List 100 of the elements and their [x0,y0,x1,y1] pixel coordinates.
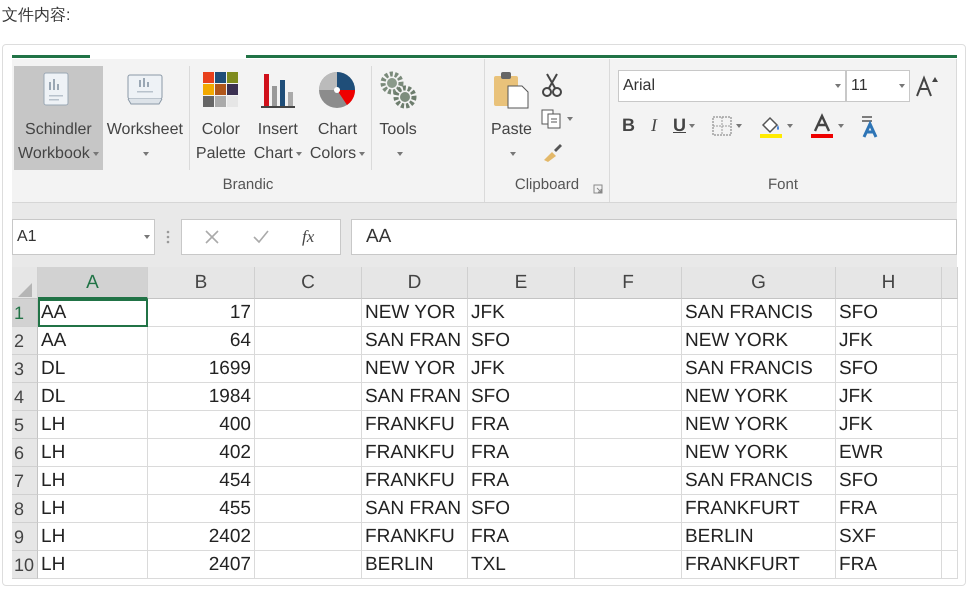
column-header[interactable]: G [682,267,836,299]
ribbon-button[interactable]: Chart Colors [306,66,370,170]
column-header[interactable]: E [468,267,575,299]
table-cell: NEW YORK [682,327,836,355]
group-title: Font [768,176,798,193]
row-header[interactable]: 6 [12,439,38,467]
table-cell: JFK [468,355,575,383]
row-header[interactable]: 8 [12,495,38,523]
ribbon-button[interactable]: Insert Chart [250,66,306,170]
table-cell: SFO [836,355,942,383]
table-cell: JFK [836,383,942,411]
row-header[interactable]: 10 [12,551,38,579]
group-title: Brandic [222,176,274,193]
empty-cell [942,383,958,411]
table-cell: NEW YORK [682,439,836,467]
table-cell: NEW YORK [682,411,836,439]
formula-field[interactable]: AA [351,219,957,255]
table-cell: 1984 [148,383,255,411]
table-cell: FRANKFU [362,411,468,439]
pie-chart-icon [317,70,358,110]
column-header[interactable]: B [148,267,255,299]
paste-icon [491,70,532,110]
font-style-button[interactable]: B [618,110,639,141]
table-cell: SAN FRAN [362,495,468,523]
table-cell: LH [38,467,148,495]
page-label: 文件内容: [1,6,72,26]
empty-cell [942,523,958,551]
column-header[interactable]: F [575,267,682,299]
ribbon-button[interactable]: Paste [487,66,536,170]
font-name-dropdown[interactable]: Arial [618,70,846,102]
row-header[interactable]: 3 [12,355,38,383]
table-cell: JFK [468,299,575,327]
table-cell: JFK [836,327,942,355]
table-cell: FRANKFURT [682,495,836,523]
insert-function-button[interactable]: fx [298,222,318,252]
table-cell: LH [38,551,148,579]
table-cell: SXF [836,523,942,551]
table-cell: LH [38,439,148,467]
empty-cell [942,439,958,467]
table-cell: AA [38,327,148,355]
row-header[interactable]: 5 [12,411,38,439]
table-cell: FRA [468,523,575,551]
empty-cell [942,467,958,495]
ribbon-button[interactable]: Worksheet [102,66,187,170]
column-header[interactable]: H [836,267,942,299]
table-cell: 64 [148,327,255,355]
table-cell: 2407 [148,551,255,579]
table-cell: AA [38,299,148,327]
table-cell: FRA [468,439,575,467]
table-cell: 2402 [148,523,255,551]
table-cell: BERLIN [682,523,836,551]
table-cell: 455 [148,495,255,523]
row-header[interactable]: 4 [12,383,38,411]
ribbon-button[interactable]: Color Palette [192,66,250,170]
table-cell: SFO [468,495,575,523]
font-size-dropdown[interactable]: 11 [846,70,910,102]
empty-cell [942,551,958,579]
table-cell: LH [38,411,148,439]
column-header[interactable]: D [362,267,468,299]
table-cell: FRANKFURT [682,551,836,579]
table-cell: SFO [836,467,942,495]
empty-cell [942,495,958,523]
name-box[interactable]: A1 [12,219,155,255]
table-cell: SFO [468,383,575,411]
table-cell: BERLIN [362,551,468,579]
font-style-button[interactable]: U [669,110,699,141]
row-header[interactable]: 7 [12,467,38,495]
table-cell: FRANKFU [362,523,468,551]
table-cell: SAN FRAN [362,327,468,355]
table-cell: FRA [836,495,942,523]
table-cell: NEW YOR [362,355,468,383]
table-cell: LH [38,523,148,551]
borders-icon [711,114,733,136]
table-cell: 454 [148,467,255,495]
table-cell: NEW YORK [682,383,836,411]
table-cell: JFK [836,411,942,439]
table-cell: FRANKFU [362,467,468,495]
table-cell: FRA [468,467,575,495]
table-cell: DL [38,383,148,411]
table-cell: SAN FRAN [362,383,468,411]
table-cell: SFO [836,299,942,327]
table-cell: SAN FRANCIS [682,355,836,383]
empty-cell [942,411,958,439]
ribbon-button[interactable]: Tools [374,66,422,170]
table-cell: TXL [468,551,575,579]
table-cell: 400 [148,411,255,439]
row-header[interactable]: 1 [12,299,38,327]
row-header[interactable]: 2 [12,327,38,355]
ribbon-button[interactable]: Schindler Workbook [14,66,103,170]
scissors-icon [540,72,564,98]
column-header[interactable]: C [255,267,362,299]
table-cell: DL [38,355,148,383]
group-title: Clipboard [514,176,580,193]
font-style-button[interactable]: I [647,110,661,141]
row-header[interactable]: 9 [12,523,38,551]
empty-cell [942,355,958,383]
grow-font-icon [914,74,940,98]
table-cell: EWR [836,439,942,467]
column-header[interactable]: A [38,267,148,299]
table-cell: FRA [836,551,942,579]
